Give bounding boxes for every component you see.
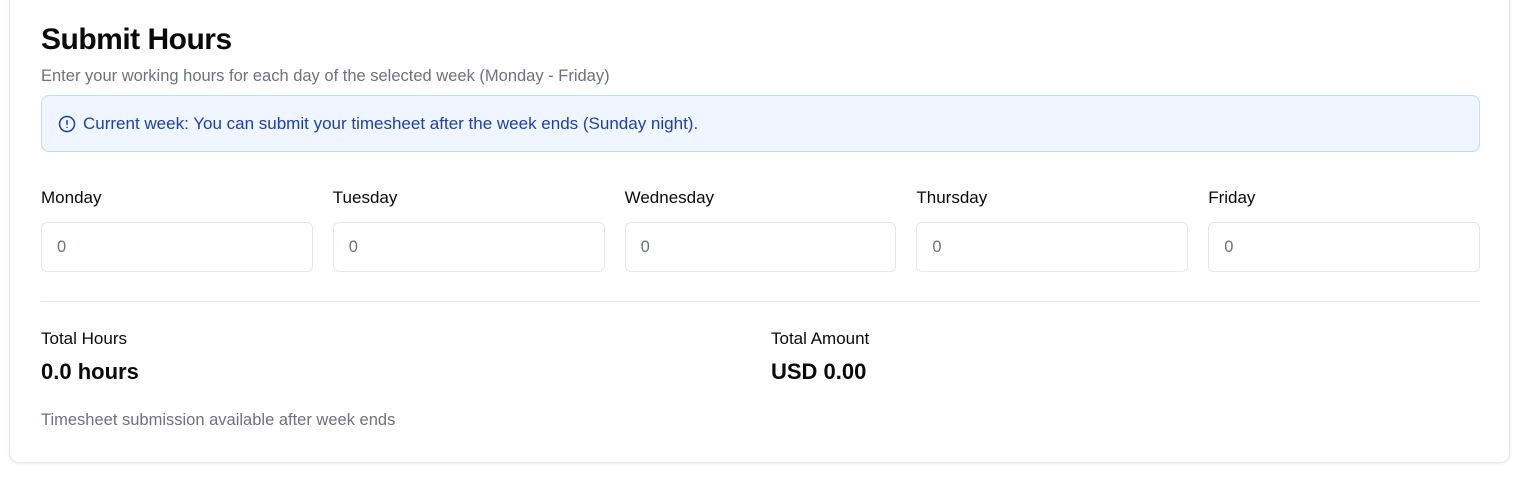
current-week-alert: Current week: You can submit your timesh…: [41, 95, 1480, 152]
hours-input-friday[interactable]: [1208, 222, 1480, 272]
total-hours-value: 0.0 hours: [41, 359, 139, 384]
day-label-tuesday: Tuesday: [332, 188, 398, 207]
hours-input-tuesday[interactable]: [332, 222, 605, 272]
section-divider: [41, 301, 1480, 302]
total-amount-label: Total Amount: [771, 329, 870, 348]
hours-input-monday[interactable]: [41, 222, 313, 272]
total-hours-label: Total Hours: [41, 329, 127, 348]
page-title: Submit Hours: [41, 23, 232, 56]
alert-text: Current week: You can submit your timesh…: [83, 113, 699, 133]
total-hours-block: Total Hours 0.0 hours: [41, 328, 139, 385]
submit-hours-card: Submit Hours Enter your working hours fo…: [9, 0, 1510, 463]
day-label-thursday: Thursday: [916, 188, 988, 207]
total-amount-value: USD 0.00: [771, 359, 867, 384]
day-label-monday: Monday: [41, 188, 102, 207]
hours-input-thursday[interactable]: [916, 222, 1189, 272]
day-field-thursday: Thursday: [916, 187, 1189, 272]
submission-note: Timesheet submission available after wee…: [41, 411, 396, 429]
day-inputs-row: Monday Tuesday Wednesday Thursday Friday: [41, 187, 1480, 272]
day-field-tuesday: Tuesday: [332, 187, 605, 272]
info-circle-icon: [58, 115, 76, 133]
day-field-monday: Monday: [41, 187, 313, 272]
total-amount-block: Total Amount USD 0.00: [771, 328, 869, 385]
day-field-wednesday: Wednesday: [624, 187, 897, 272]
day-field-friday: Friday: [1208, 187, 1480, 272]
day-label-wednesday: Wednesday: [624, 188, 715, 207]
day-label-friday: Friday: [1208, 188, 1256, 207]
page-subtitle: Enter your working hours for each day of…: [41, 67, 610, 85]
hours-input-wednesday[interactable]: [624, 222, 897, 272]
